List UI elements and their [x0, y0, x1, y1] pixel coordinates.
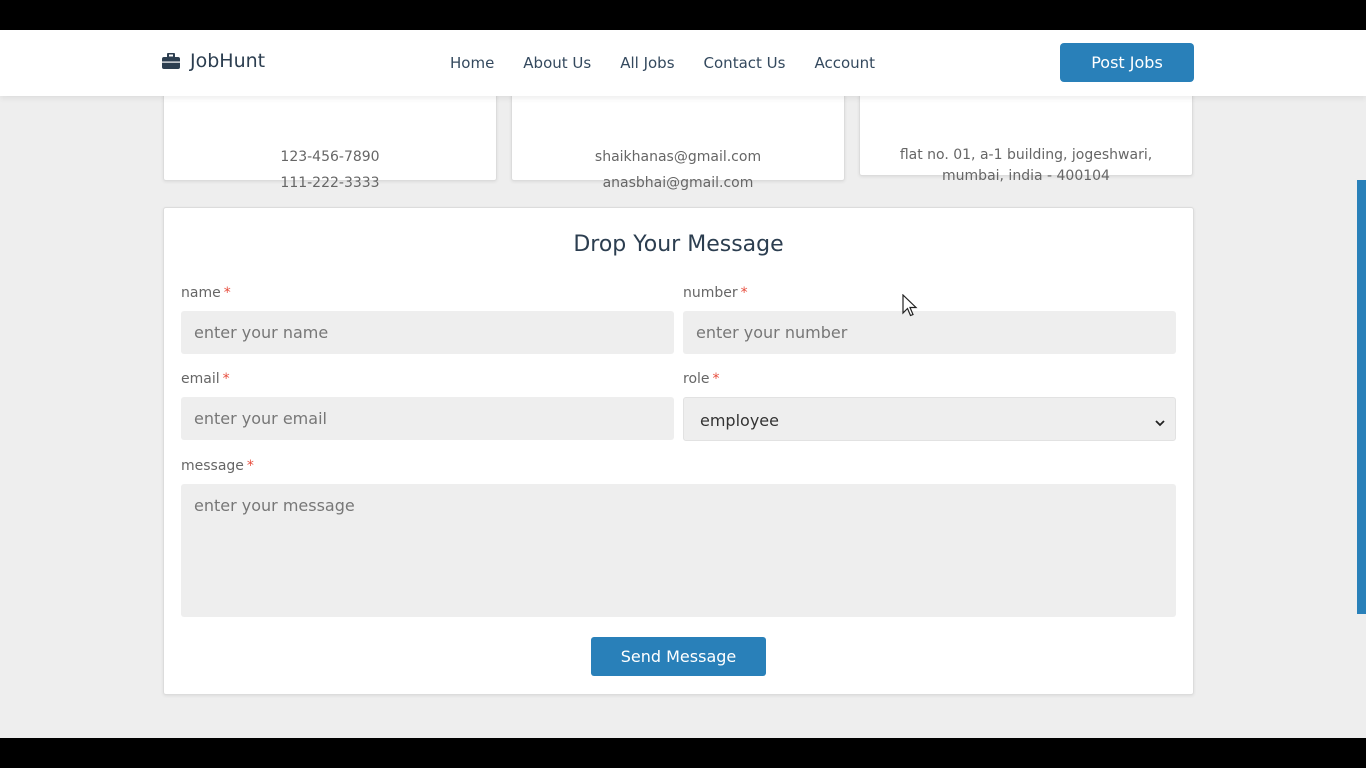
- name-label: name *: [181, 285, 231, 301]
- send-message-button[interactable]: Send Message: [591, 637, 766, 676]
- email-label: email *: [181, 371, 230, 387]
- post-jobs-button[interactable]: Post Jobs: [1060, 43, 1194, 82]
- required-mark: *: [246, 458, 254, 474]
- message-form: Drop Your Message name* number* email* r…: [163, 207, 1194, 695]
- role-selected-value: employee: [700, 411, 779, 430]
- nav-about-us[interactable]: About Us: [523, 54, 591, 72]
- address-text: flat no. 01, a-1 building, jogeshwari, m…: [899, 147, 1153, 184]
- scrollbar-thumb[interactable]: [1357, 180, 1366, 614]
- name-input[interactable]: [181, 311, 674, 354]
- number-input[interactable]: [683, 311, 1176, 354]
- chevron-down-icon: [1155, 413, 1165, 432]
- role-select[interactable]: employee: [683, 397, 1176, 441]
- brand-name: JobHunt: [190, 50, 266, 72]
- nav-contact-us[interactable]: Contact Us: [704, 54, 786, 72]
- number-label: number *: [683, 285, 748, 301]
- nav-account[interactable]: Account: [814, 54, 875, 72]
- required-mark: *: [712, 371, 720, 387]
- role-label: role *: [683, 371, 720, 387]
- email-address: anasbhai@gmail.com: [602, 175, 754, 191]
- form-title: Drop Your Message: [573, 232, 784, 257]
- email-address: shaikhanas@gmail.com: [594, 149, 762, 165]
- page-viewport: JobHunt Home About Us All Jobs Contact U…: [0, 30, 1366, 738]
- site-header: JobHunt Home About Us All Jobs Contact U…: [0, 30, 1366, 96]
- nav-home[interactable]: Home: [450, 54, 494, 72]
- required-mark: *: [222, 371, 230, 387]
- phone-number: 111-222-3333: [280, 175, 380, 191]
- message-textarea[interactable]: [181, 484, 1176, 617]
- main-nav: Home About Us All Jobs Contact Us Accoun…: [450, 54, 875, 72]
- message-label: message *: [181, 458, 254, 474]
- phone-number: 123-456-7890: [280, 149, 380, 165]
- required-mark: *: [740, 285, 748, 301]
- email-input[interactable]: [181, 397, 674, 440]
- scrollbar-track[interactable]: [1356, 96, 1366, 738]
- mouse-pointer-icon: [902, 293, 918, 322]
- required-mark: *: [223, 285, 231, 301]
- briefcase-icon: [162, 53, 180, 69]
- nav-all-jobs[interactable]: All Jobs: [620, 54, 674, 72]
- brand-logo[interactable]: JobHunt: [162, 50, 265, 72]
